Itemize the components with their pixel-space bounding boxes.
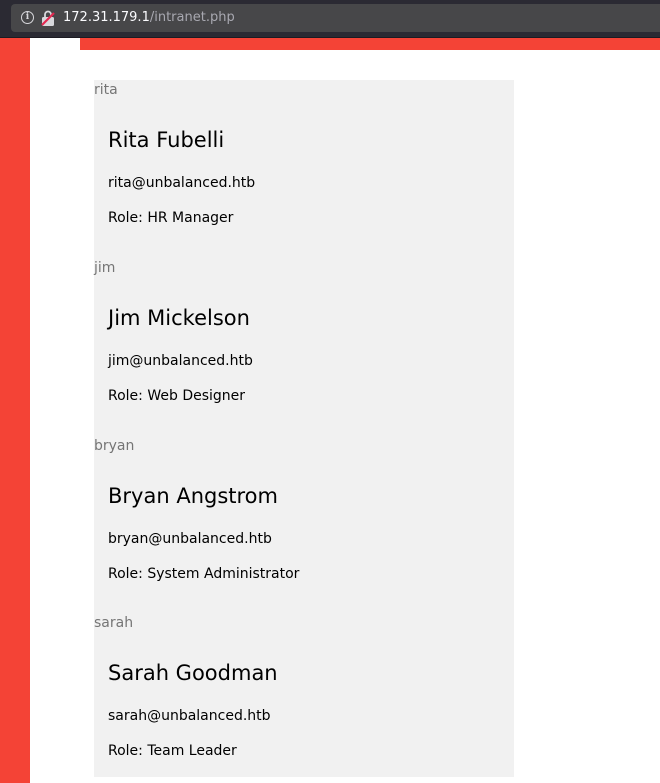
employee-name: Jim Mickelson bbox=[108, 306, 250, 330]
address-bar[interactable]: i 172.31.179.1/intranet.php bbox=[11, 4, 660, 32]
employee-name: Sarah Goodman bbox=[108, 661, 278, 685]
employee-name: Rita Fubelli bbox=[108, 128, 225, 152]
employee-role: Role: System Administrator bbox=[108, 564, 299, 584]
employee-email: jim@unbalanced.htb bbox=[108, 353, 253, 369]
employee-username: jim bbox=[94, 260, 116, 276]
browser-toolbar: i 172.31.179.1/intranet.php bbox=[0, 0, 660, 38]
url-path: /intranet.php bbox=[149, 10, 235, 25]
employee-username: rita bbox=[94, 82, 118, 98]
role-value: Team Leader bbox=[147, 743, 237, 759]
top-accent-band bbox=[80, 38, 660, 50]
employee-role: Role: Web Designer bbox=[108, 386, 245, 406]
role-label: Role: bbox=[108, 388, 148, 404]
role-value: System Administrator bbox=[147, 566, 300, 582]
employee-email: rita@unbalanced.htb bbox=[108, 175, 256, 191]
url-host: 172.31.179.1 bbox=[63, 10, 150, 25]
role-value: Web Designer bbox=[147, 388, 246, 404]
employee-email: sarah@unbalanced.htb bbox=[108, 708, 271, 724]
info-icon[interactable]: i bbox=[21, 11, 34, 24]
employee-role: Role: HR Manager bbox=[108, 208, 233, 228]
url-text[interactable]: 172.31.179.1/intranet.php bbox=[63, 10, 235, 26]
role-label: Role: bbox=[108, 566, 148, 582]
employee-name: Bryan Angstrom bbox=[108, 484, 278, 508]
role-label: Role: bbox=[108, 210, 148, 226]
employee-username: sarah bbox=[94, 615, 134, 631]
employee-email: bryan@unbalanced.htb bbox=[108, 531, 272, 547]
role-label: Role: bbox=[108, 743, 148, 759]
left-accent-band bbox=[0, 38, 30, 783]
employee-role: Role: Team Leader bbox=[108, 741, 237, 761]
role-value: HR Manager bbox=[147, 210, 234, 226]
employee-username: bryan bbox=[94, 438, 135, 454]
employee-panel: rita Rita Fubelli rita@unbalanced.htb Ro… bbox=[94, 80, 514, 777]
insecure-lock-icon[interactable] bbox=[41, 10, 55, 26]
